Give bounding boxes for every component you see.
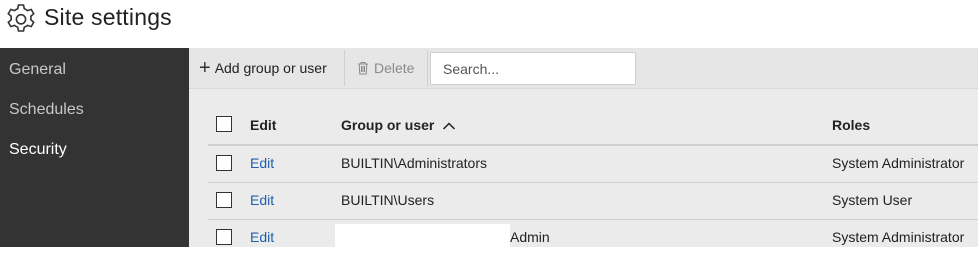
trash-icon: [358, 62, 368, 75]
page-header: Site settings: [0, 0, 978, 48]
sort-ascending-icon: [443, 122, 456, 130]
main-content: + Add group or user Delete Edit Group or…: [189, 48, 978, 250]
add-group-or-user-button[interactable]: + Add group or user: [199, 48, 327, 88]
edit-link[interactable]: Edit: [250, 192, 274, 208]
row-checkbox[interactable]: [216, 192, 232, 208]
column-header-edit: Edit: [250, 117, 277, 133]
plus-icon: +: [199, 57, 211, 79]
add-button-label: Add group or user: [214, 60, 327, 76]
table-row: Edit Admin System Administrator: [208, 219, 978, 256]
table-row: Edit BUILTIN\Users System User: [208, 182, 978, 220]
sidebar: General Schedules Security: [0, 48, 189, 247]
sidebar-item-schedules[interactable]: Schedules: [9, 101, 84, 119]
table-header-row: Edit Group or user Roles: [208, 106, 978, 146]
toolbar-divider: [344, 50, 345, 86]
roles-value: System User: [832, 192, 913, 208]
group-or-user-name: BUILTIN\Administrators: [341, 155, 487, 171]
column-header-label: Group or user: [341, 117, 435, 133]
roles-value: System Administrator: [832, 155, 965, 171]
redacted-name-block: [335, 224, 510, 250]
table-row: Edit BUILTIN\Administrators System Admin…: [208, 145, 978, 183]
column-header-group-or-user[interactable]: Group or user: [341, 117, 456, 133]
group-or-user-name: Admin: [510, 229, 550, 245]
roles-value: System Administrator: [832, 229, 965, 245]
column-header-roles: Roles: [832, 117, 871, 133]
group-or-user-name: BUILTIN\Users: [341, 192, 435, 208]
page-title: Site settings: [44, 4, 172, 30]
select-all-checkbox[interactable]: [216, 116, 232, 132]
delete-button-label: Delete: [374, 60, 415, 76]
gear-icon: [7, 4, 35, 32]
row-checkbox[interactable]: [216, 229, 232, 245]
sidebar-item-security[interactable]: Security: [9, 141, 67, 159]
row-checkbox[interactable]: [216, 155, 232, 171]
toolbar: + Add group or user Delete: [189, 48, 978, 89]
delete-button[interactable]: Delete: [357, 48, 414, 88]
edit-link[interactable]: Edit: [250, 155, 274, 171]
edit-link[interactable]: Edit: [250, 229, 274, 245]
toolbar-divider: [427, 50, 428, 86]
sidebar-item-general[interactable]: General: [9, 61, 66, 79]
search-input[interactable]: [430, 52, 636, 85]
